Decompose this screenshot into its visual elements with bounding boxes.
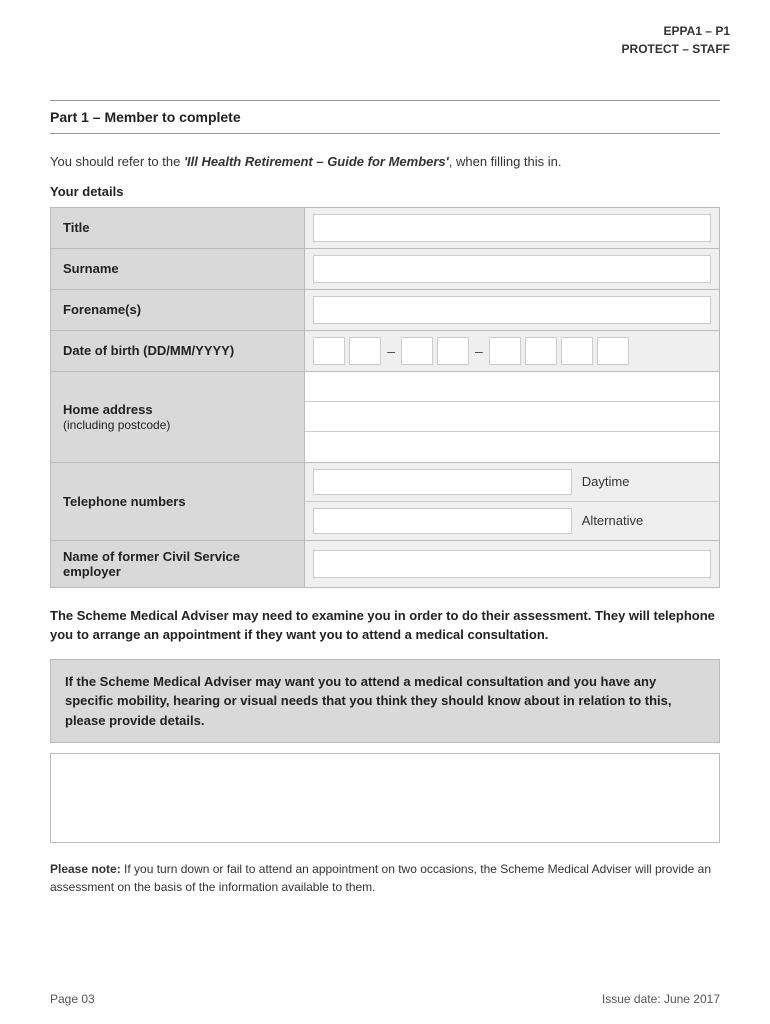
address-line2[interactable]: [305, 402, 719, 432]
input-cell-title: [305, 207, 720, 248]
dob-day1[interactable]: [313, 337, 345, 365]
tel-alternative-input[interactable]: [313, 508, 572, 534]
address-inputs: [305, 372, 719, 462]
label-employer: Name of former Civil Service employer: [51, 540, 305, 587]
input-cell-employer: [305, 540, 720, 587]
employer-input[interactable]: [313, 550, 711, 578]
header-line1: EPPA1 – P1: [622, 22, 730, 40]
tel-daytime-label: Daytime: [582, 474, 630, 489]
footer: Page 03 Issue date: June 2017: [50, 992, 720, 1006]
page: EPPA1 – P1 PROTECT – STAFF Part 1 – Memb…: [0, 0, 770, 1024]
label-dob: Date of birth (DD/MM/YYYY): [51, 330, 305, 371]
tel-alternative-line: Alternative: [305, 502, 719, 540]
input-cell-dob: – –: [305, 330, 720, 371]
tel-daytime-line: Daytime: [305, 463, 719, 502]
header-line2: PROTECT – STAFF: [622, 40, 730, 58]
table-row-address: Home address (including postcode): [51, 371, 720, 462]
intro-italic: 'Ill Health Retirement – Guide for Membe…: [184, 154, 449, 169]
tel-alternative-label: Alternative: [582, 513, 643, 528]
input-cell-forename: [305, 289, 720, 330]
table-row-dob: Date of birth (DD/MM/YYYY) – –: [51, 330, 720, 371]
surname-input[interactable]: [313, 255, 711, 283]
address-line1[interactable]: [305, 372, 719, 402]
intro-after: , when filling this in.: [449, 154, 562, 169]
table-row-forename: Forename(s): [51, 289, 720, 330]
please-note: Please note: If you turn down or fail to…: [50, 860, 720, 896]
label-address: Home address (including postcode): [51, 371, 305, 462]
dob-container: – –: [313, 337, 711, 365]
label-title: Title: [51, 207, 305, 248]
dob-sep2: –: [473, 343, 485, 359]
intro-before: You should refer to the: [50, 154, 184, 169]
dob-month2[interactable]: [437, 337, 469, 365]
label-forename: Forename(s): [51, 289, 305, 330]
footer-issue-date: Issue date: June 2017: [602, 992, 720, 1006]
table-row-surname: Surname: [51, 248, 720, 289]
dob-sep1: –: [385, 343, 397, 359]
section-title: Part 1 – Member to complete: [50, 109, 241, 125]
info-box: If the Scheme Medical Adviser may want y…: [50, 659, 720, 744]
address-line3[interactable]: [305, 432, 719, 462]
input-cell-address: [305, 371, 720, 462]
title-input[interactable]: [313, 214, 711, 242]
header: EPPA1 – P1 PROTECT – STAFF: [622, 22, 730, 58]
forename-input[interactable]: [313, 296, 711, 324]
your-details-label: Your details: [50, 184, 720, 199]
label-telephone: Telephone numbers: [51, 462, 305, 540]
form-table: Title Surname Forename(s): [50, 207, 720, 588]
table-row-title: Title: [51, 207, 720, 248]
intro-text: You should refer to the 'Ill Health Reti…: [50, 152, 720, 172]
section-header: Part 1 – Member to complete: [50, 100, 720, 134]
table-row-telephone: Telephone numbers Daytime Alternative: [51, 462, 720, 540]
dob-year2[interactable]: [525, 337, 557, 365]
label-surname: Surname: [51, 248, 305, 289]
dob-year1[interactable]: [489, 337, 521, 365]
dob-year3[interactable]: [561, 337, 593, 365]
input-cell-telephone: Daytime Alternative: [305, 462, 720, 540]
details-textarea[interactable]: [50, 753, 720, 843]
dob-year4[interactable]: [597, 337, 629, 365]
table-row-employer: Name of former Civil Service employer: [51, 540, 720, 587]
dob-month1[interactable]: [401, 337, 433, 365]
notice-text: The Scheme Medical Adviser may need to e…: [50, 606, 720, 645]
footer-page: Page 03: [50, 992, 95, 1006]
tel-container: Daytime Alternative: [305, 463, 719, 540]
tel-daytime-input[interactable]: [313, 469, 572, 495]
please-note-text: If you turn down or fail to attend an ap…: [50, 862, 711, 894]
input-cell-surname: [305, 248, 720, 289]
please-note-label: Please note:: [50, 862, 121, 876]
dob-day2[interactable]: [349, 337, 381, 365]
